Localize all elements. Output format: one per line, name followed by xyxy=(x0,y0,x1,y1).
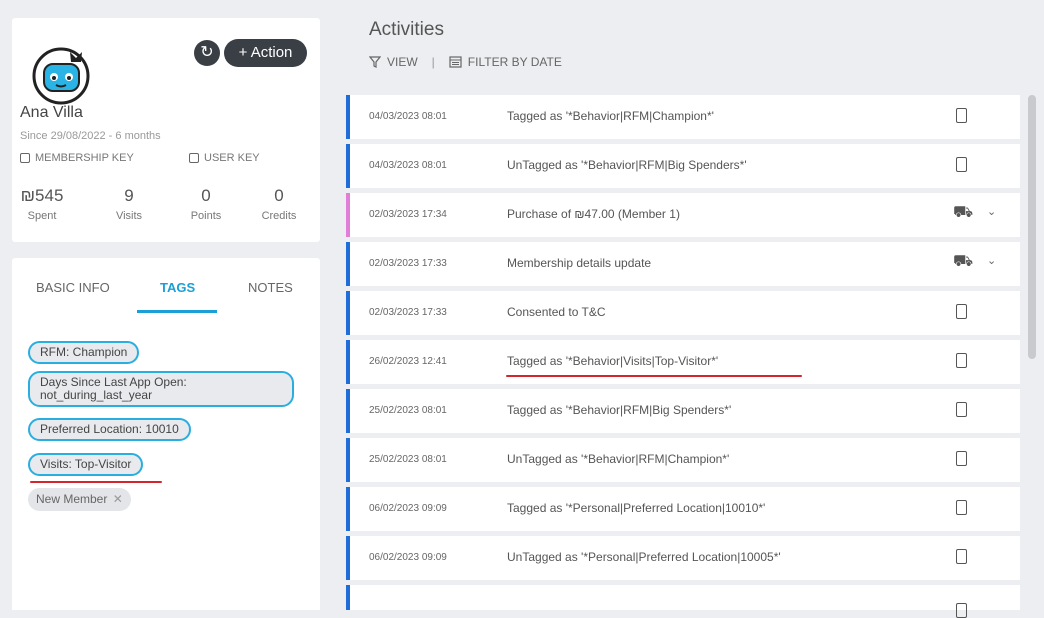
tags-card: BASIC INFO TAGS NOTES RFM: Champion Days… xyxy=(12,258,320,610)
device-icon xyxy=(956,353,967,368)
filter-icon xyxy=(369,56,381,68)
calendar-icon xyxy=(449,56,462,68)
tag-chip[interactable]: Preferred Location: 10010 xyxy=(28,418,191,441)
activity-row[interactable]: 25/02/2023 08:01 Tagged as '*Behavior|RF… xyxy=(346,389,1020,433)
activity-row[interactable]: 26/02/2023 12:41 Tagged as '*Behavior|Vi… xyxy=(346,340,1020,384)
activity-row[interactable]: 02/03/2023 17:34 Purchase of ₪47.00 (Mem… xyxy=(346,193,1020,237)
activity-date: 04/03/2023 08:01 xyxy=(369,160,447,171)
stat-credits: 0 Credits xyxy=(256,186,302,222)
stat-value: ₪545 xyxy=(20,186,64,205)
activity-date: 25/02/2023 08:01 xyxy=(369,454,447,465)
expand-chevron-icon[interactable]: ⌄ xyxy=(987,205,996,218)
tag-label: Preferred Location: 10010 xyxy=(40,422,179,436)
view-button[interactable]: VIEW xyxy=(369,55,418,69)
activity-text: UnTagged as '*Behavior|RFM|Champion*' xyxy=(507,452,730,466)
tag-label: RFM: Champion xyxy=(40,345,128,359)
device-icon xyxy=(956,157,967,172)
stat-visits: 9 Visits xyxy=(111,186,147,222)
stat-label: Visits xyxy=(115,210,143,222)
device-icon xyxy=(956,402,967,417)
key-icon xyxy=(189,153,199,163)
device-icon xyxy=(956,451,967,466)
membership-key-link[interactable]: MEMBERSHIP KEY xyxy=(20,152,134,164)
filter-by-date-label: FILTER BY DATE xyxy=(467,55,562,69)
device-icon xyxy=(956,108,967,123)
activity-text: UnTagged as '*Behavior|RFM|Big Spenders*… xyxy=(507,158,747,172)
key-icon xyxy=(20,153,30,163)
tag-label: New Member xyxy=(36,492,108,506)
user-key-label: USER KEY xyxy=(204,152,260,164)
activity-date: 25/02/2023 08:01 xyxy=(369,405,447,416)
tab-basic-info[interactable]: BASIC INFO xyxy=(36,280,110,295)
stat-label: Points xyxy=(190,210,222,222)
activity-date: 26/02/2023 12:41 xyxy=(369,356,447,367)
tag-chip[interactable]: Visits: Top-Visitor xyxy=(28,453,144,476)
annotation-underline xyxy=(30,481,162,483)
activity-row[interactable]: 25/02/2023 08:01 UnTagged as '*Behavior|… xyxy=(346,438,1020,482)
expand-chevron-icon[interactable]: ⌄ xyxy=(987,254,996,267)
activity-text: Tagged as '*Behavior|RFM|Champion*' xyxy=(507,109,714,123)
activity-date: 06/02/2023 09:09 xyxy=(369,503,447,514)
activity-text: UnTagged as '*Personal|Preferred Locatio… xyxy=(507,550,781,564)
tab-tags[interactable]: TAGS xyxy=(160,280,195,295)
activity-row[interactable]: 02/03/2023 17:33 Membership details upda… xyxy=(346,242,1020,286)
stat-value: 9 xyxy=(124,186,134,205)
activity-scrollbar[interactable] xyxy=(1028,95,1036,359)
tag-chip[interactable]: RFM: Champion xyxy=(28,341,140,364)
activity-text: Purchase of ₪47.00 (Member 1) xyxy=(507,207,680,221)
stat-label: Credits xyxy=(261,210,297,222)
activity-text: Membership details update xyxy=(507,256,652,270)
activities-toolbar: VIEW | FILTER BY DATE xyxy=(369,55,562,69)
activity-row[interactable]: 06/02/2023 09:09 UnTagged as '*Personal|… xyxy=(346,536,1020,580)
stat-value: 0 xyxy=(274,186,284,205)
refresh-icon: ↻ xyxy=(200,44,214,61)
device-icon xyxy=(956,603,967,618)
tag-label: Days Since Last App Open: not_during_las… xyxy=(40,375,187,402)
device-icon xyxy=(956,549,967,564)
activity-date: 06/02/2023 09:09 xyxy=(369,552,447,563)
action-button[interactable]: + Action xyxy=(224,39,307,67)
activity-row[interactable]: 04/03/2023 08:01 Tagged as '*Behavior|RF… xyxy=(346,95,1020,139)
annotation-underline xyxy=(506,375,802,377)
cart-icon: ⛟ xyxy=(953,253,974,270)
refresh-button[interactable]: ↻ xyxy=(194,40,220,66)
membership-key-label: MEMBERSHIP KEY xyxy=(35,152,134,164)
avatar xyxy=(32,47,90,105)
activity-text: Tagged as '*Behavior|RFM|Big Spenders*' xyxy=(507,403,732,417)
tab-notes[interactable]: NOTES xyxy=(248,280,293,295)
activity-text: Consented to T&C xyxy=(507,305,606,319)
stat-spent: ₪545 Spent xyxy=(20,186,64,222)
stat-label: Spent xyxy=(27,210,57,222)
activity-row[interactable]: 02/03/2023 17:33 Consented to T&C xyxy=(346,291,1020,335)
member-name: Ana Villa xyxy=(20,104,83,121)
view-label: VIEW xyxy=(387,55,418,69)
profile-card: ↻ + Action Ana Villa Since 29/08/2022 - … xyxy=(12,18,320,242)
remove-tag-icon[interactable]: ✕ xyxy=(113,492,123,506)
activities-title: Activities xyxy=(369,19,444,40)
cart-icon: ⛟ xyxy=(953,204,974,221)
stat-points: 0 Points xyxy=(186,186,226,222)
activity-text: Tagged as '*Behavior|Visits|Top-Visitor*… xyxy=(507,354,719,368)
activity-row[interactable]: 06/02/2023 09:09 Tagged as '*Personal|Pr… xyxy=(346,487,1020,531)
activity-date: 02/03/2023 17:33 xyxy=(369,307,447,318)
filter-by-date-button[interactable]: FILTER BY DATE xyxy=(449,55,562,69)
activity-date: 02/03/2023 17:33 xyxy=(369,258,447,269)
device-icon xyxy=(956,500,967,515)
active-tab-indicator xyxy=(137,310,217,313)
activity-row[interactable]: 04/03/2023 08:01 UnTagged as '*Behavior|… xyxy=(346,144,1020,188)
activity-row-partial[interactable] xyxy=(346,585,1020,618)
tag-chip[interactable]: Days Since Last App Open: not_during_las… xyxy=(28,371,294,407)
activity-text: Tagged as '*Personal|Preferred Location|… xyxy=(507,501,766,515)
stat-value: 0 xyxy=(201,186,211,205)
device-icon xyxy=(956,304,967,319)
tag-label: Visits: Top-Visitor xyxy=(40,457,132,471)
user-key-link[interactable]: USER KEY xyxy=(189,152,260,164)
toolbar-divider: | xyxy=(431,55,435,69)
tag-chip[interactable]: New Member ✕ xyxy=(28,488,131,511)
member-since: Since 29/08/2022 - 6 months xyxy=(20,130,161,142)
activity-date: 02/03/2023 17:34 xyxy=(369,209,447,220)
activity-date: 04/03/2023 08:01 xyxy=(369,111,447,122)
